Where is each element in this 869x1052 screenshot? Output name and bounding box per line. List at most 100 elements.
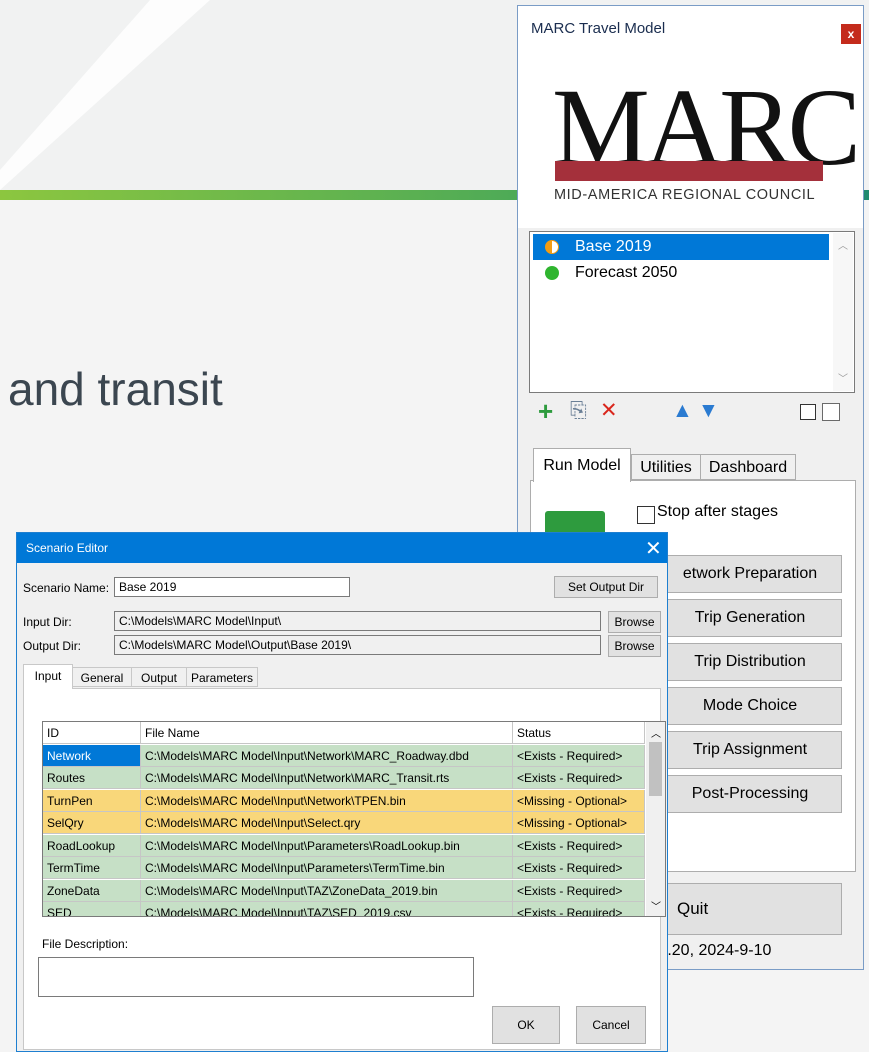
- grid-header-id[interactable]: ID: [43, 722, 141, 744]
- grid-scrollbar[interactable]: ︿ ﹀: [646, 722, 665, 916]
- input-dir-field[interactable]: C:\Models\MARC Model\Input\: [114, 611, 601, 631]
- arrow-up-icon[interactable]: ▲: [672, 398, 693, 424]
- stage-network-preparation-button[interactable]: etwork Preparation: [658, 555, 842, 593]
- grid-cell-file-name[interactable]: C:\Models\MARC Model\Input\Parameters\Ro…: [141, 834, 513, 857]
- scenario-item-base-2019[interactable]: Base 2019: [533, 234, 829, 260]
- grid-cell-file-name[interactable]: C:\Models\MARC Model\Input\Network\MARC_…: [141, 767, 513, 789]
- tab-parameters[interactable]: Parameters: [186, 667, 258, 687]
- tab-input[interactable]: Input: [23, 664, 73, 689]
- browse-input-button[interactable]: Browse: [608, 611, 661, 633]
- close-icon[interactable]: ✕: [645, 536, 662, 561]
- table-row[interactable]: TermTime C:\Models\MARC Model\Input\Param…: [43, 857, 645, 880]
- grid-header-status[interactable]: Status: [513, 722, 645, 744]
- marc-window-titlebar[interactable]: MARC Travel Model x: [518, 6, 863, 50]
- stage-trip-generation-button[interactable]: Trip Generation: [658, 599, 842, 637]
- grid-cell-file-name[interactable]: C:\Models\MARC Model\Input\Select.qry: [141, 812, 513, 834]
- scenario-label: Base 2019: [575, 238, 652, 255]
- file-description-input[interactable]: [38, 957, 474, 997]
- scenario-editor-dialog: Scenario Editor ✕ Scenario Name: Base 20…: [16, 532, 668, 1052]
- ok-button[interactable]: OK: [492, 1006, 560, 1044]
- grid-cell-id[interactable]: TurnPen: [43, 789, 141, 812]
- tab-general[interactable]: General: [72, 667, 132, 687]
- grid-cell-id[interactable]: TermTime: [43, 857, 141, 879]
- scenario-toolbar: + ⎘ ✕ ▲ ▼: [538, 398, 858, 428]
- scenario-editor-title: Scenario Editor: [26, 541, 109, 555]
- stage-trip-distribution-button[interactable]: Trip Distribution: [658, 643, 842, 681]
- grid-cell-id[interactable]: Routes: [43, 767, 141, 789]
- grid-header-file-name[interactable]: File Name: [141, 722, 513, 744]
- arrow-down-icon[interactable]: ▼: [698, 398, 719, 424]
- tab-utilities[interactable]: Utilities: [631, 454, 701, 480]
- stage-trip-assignment-button[interactable]: Trip Assignment: [658, 731, 842, 769]
- table-row[interactable]: TurnPen C:\Models\MARC Model\Input\Networ…: [43, 789, 645, 813]
- output-dir-label: Output Dir:: [23, 639, 82, 653]
- edit-icon[interactable]: [822, 403, 840, 421]
- quit-button[interactable]: Quit: [658, 883, 842, 935]
- marc-logo-bar: [555, 161, 823, 181]
- half-circle-orange-icon: [545, 240, 559, 254]
- browse-output-button[interactable]: Browse: [608, 635, 661, 657]
- grid-header-row: ID File Name Status: [43, 722, 645, 745]
- set-output-dir-button[interactable]: Set Output Dir: [554, 576, 658, 598]
- grid-cell-id[interactable]: Network: [43, 744, 141, 767]
- cancel-button[interactable]: Cancel: [576, 1006, 646, 1044]
- copy-icon[interactable]: ⎘: [570, 398, 587, 424]
- stage-post-processing-button[interactable]: Post-Processing: [658, 775, 842, 813]
- grid-cell-status[interactable]: <Exists - Required>: [513, 902, 645, 916]
- marc-logo: MARC MID-AMERICA REGIONAL COUNCIL: [518, 50, 863, 228]
- table-row[interactable]: SED C:\Models\MARC Model\Input\TAZ\SED_20…: [43, 902, 645, 916]
- version-label: ).20, 2024-9-10: [662, 942, 772, 959]
- green-dot-icon: [545, 266, 559, 280]
- scenario-list-scrollbar[interactable]: ︿ ﹀: [833, 233, 853, 391]
- chevron-up-icon[interactable]: ︿: [651, 725, 661, 740]
- table-row[interactable]: Routes C:\Models\MARC Model\Input\Network…: [43, 767, 645, 790]
- stop-after-stages-checkbox[interactable]: [637, 506, 655, 524]
- grid-cell-file-name[interactable]: C:\Models\MARC Model\Input\TAZ\ZoneData_…: [141, 879, 513, 902]
- table-row[interactable]: SelQry C:\Models\MARC Model\Input\Select.…: [43, 812, 645, 835]
- grid-cell-status[interactable]: <Exists - Required>: [513, 879, 645, 902]
- table-row[interactable]: Network C:\Models\MARC Model\Input\Networ…: [43, 744, 645, 768]
- grid-cell-id[interactable]: RoadLookup: [43, 834, 141, 857]
- grid-cell-id[interactable]: SED: [43, 902, 141, 916]
- scenario-list[interactable]: Base 2019 Forecast 2050 ︿ ﹀: [529, 231, 855, 393]
- stage-mode-choice-button[interactable]: Mode Choice: [658, 687, 842, 725]
- scenario-editor-titlebar[interactable]: Scenario Editor ✕: [17, 533, 667, 563]
- grid-cell-status[interactable]: <Missing - Optional>: [513, 812, 645, 834]
- grid-cell-file-name[interactable]: C:\Models\MARC Model\Input\Parameters\Te…: [141, 857, 513, 879]
- grid-cell-status[interactable]: <Missing - Optional>: [513, 789, 645, 812]
- table-row[interactable]: RoadLookup C:\Models\MARC Model\Input\Par…: [43, 834, 645, 858]
- marc-window-title: MARC Travel Model: [531, 20, 666, 37]
- input-files-grid[interactable]: ID File Name Status Network C:\Models\MAR…: [42, 721, 666, 917]
- tab-run-model[interactable]: Run Model: [533, 448, 631, 482]
- grid-cell-file-name[interactable]: C:\Models\MARC Model\Input\TAZ\SED_2019.…: [141, 902, 513, 916]
- input-tab-panel: ID File Name Status Network C:\Models\MAR…: [23, 688, 666, 1050]
- close-icon[interactable]: x: [841, 24, 861, 44]
- grid-cell-file-name[interactable]: C:\Models\MARC Model\Input\Network\TPEN.…: [141, 789, 513, 812]
- select-checkbox[interactable]: [800, 404, 816, 420]
- grid-cell-status[interactable]: <Exists - Required>: [513, 767, 645, 789]
- output-dir-field[interactable]: C:\Models\MARC Model\Output\Base 2019\: [114, 635, 601, 655]
- chevron-up-icon[interactable]: ︿: [838, 237, 848, 252]
- scenario-item-forecast-2050[interactable]: Forecast 2050: [533, 260, 829, 286]
- grid-cell-id[interactable]: ZoneData: [43, 879, 141, 902]
- scenario-label: Forecast 2050: [575, 264, 678, 281]
- table-row[interactable]: ZoneData C:\Models\MARC Model\Input\TAZ\Z…: [43, 879, 645, 903]
- tab-output[interactable]: Output: [131, 667, 187, 687]
- chevron-down-icon[interactable]: ﹀: [651, 898, 661, 913]
- delete-icon[interactable]: ✕: [600, 398, 618, 424]
- chevron-down-icon[interactable]: ﹀: [838, 370, 848, 385]
- file-description-label: File Description:: [42, 937, 129, 951]
- grid-cell-id[interactable]: SelQry: [43, 812, 141, 834]
- grid-cell-status[interactable]: <Exists - Required>: [513, 744, 645, 767]
- grid-cell-status[interactable]: <Exists - Required>: [513, 857, 645, 879]
- stop-after-stages-label: Stop after stages: [657, 503, 778, 520]
- tab-dashboard[interactable]: Dashboard: [700, 454, 796, 480]
- grid-cell-file-name[interactable]: C:\Models\MARC Model\Input\Network\MARC_…: [141, 744, 513, 767]
- add-icon[interactable]: +: [538, 398, 553, 424]
- scenario-name-label: Scenario Name:: [23, 581, 110, 595]
- slide-heading-text: and transit: [8, 363, 223, 415]
- grid-scroll-thumb[interactable]: [649, 742, 662, 796]
- grid-cell-status[interactable]: <Exists - Required>: [513, 834, 645, 857]
- input-dir-label: Input Dir:: [23, 615, 72, 629]
- scenario-name-input[interactable]: Base 2019: [114, 577, 350, 597]
